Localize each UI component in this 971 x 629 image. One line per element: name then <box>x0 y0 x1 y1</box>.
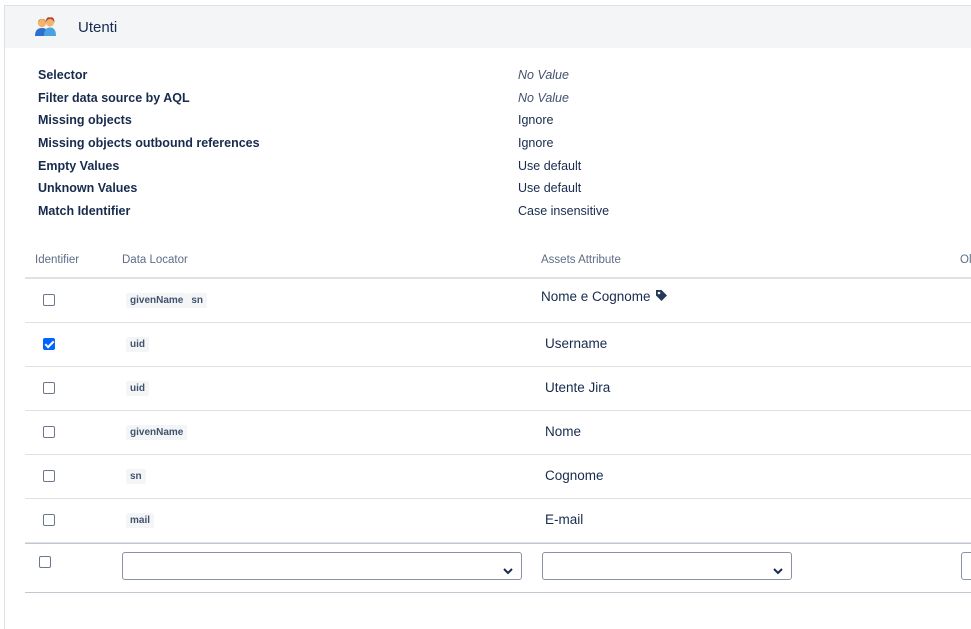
identifier-checkbox[interactable] <box>43 382 55 394</box>
chevron-down-icon <box>503 562 513 580</box>
assets-attribute-select[interactable] <box>542 552 792 580</box>
data-locator-chip: sn <box>187 293 208 308</box>
table-row: givenName sn Nome e Cognome <box>25 279 971 323</box>
data-locator-chip: uid <box>126 381 149 396</box>
property-value: Ignore <box>518 113 554 128</box>
assets-attribute-label: Username <box>545 336 608 351</box>
property-label: Missing objects <box>38 113 132 128</box>
mapping-table: Identifier Data Locator Assets Attribute… <box>25 248 971 593</box>
assets-attribute: Username <box>545 336 607 351</box>
table-body: givenName sn Nome e Cognome uid Username uid U… <box>25 279 971 543</box>
data-locator-chip: givenName <box>126 425 188 440</box>
new-row-identifier-checkbox[interactable] <box>39 556 51 568</box>
property-row: Empty Values Use default <box>38 157 738 180</box>
property-row: Missing objects Ignore <box>38 111 738 134</box>
data-locator-chip: sn <box>126 469 146 484</box>
table-row: uid Utente Jira <box>25 367 971 411</box>
identifier-checkbox[interactable] <box>43 294 55 306</box>
users-icon <box>33 16 59 38</box>
assets-attribute: Utente Jira <box>545 380 610 395</box>
column-header-assets-attribute: Assets Attribute <box>541 254 621 266</box>
property-value: No Value <box>518 90 569 105</box>
assets-attribute: Nome <box>545 424 581 439</box>
assets-attribute-label: Utente Jira <box>545 380 611 395</box>
identifier-checkbox[interactable] <box>43 514 55 526</box>
assets-attribute-label: Cognome <box>545 468 604 483</box>
property-label: Unknown Values <box>38 181 138 196</box>
property-row: Missing objects outbound references Ignor… <box>38 134 738 157</box>
partial-column-select[interactable] <box>961 552 971 580</box>
property-value: Use default <box>518 181 582 196</box>
identifier-checkbox[interactable] <box>43 426 55 438</box>
data-locator-chip: givenName <box>126 293 188 308</box>
data-locator-chip: uid <box>126 337 149 352</box>
data-locator-chips: uid <box>126 381 149 396</box>
data-locator-chips: sn <box>126 469 146 484</box>
property-row: Unknown Values Use default <box>38 179 738 202</box>
table-row: givenName Nome <box>25 411 971 455</box>
data-locator-chips: givenName <box>126 425 188 440</box>
new-mapping-row <box>25 543 971 593</box>
property-value: Case insensitive <box>518 204 610 219</box>
column-header-partial: Ol <box>960 254 971 266</box>
assets-attribute: E-mail <box>545 512 583 527</box>
property-label: Missing objects outbound references <box>38 136 260 151</box>
property-label: Empty Values <box>38 158 120 173</box>
property-value: Ignore <box>518 136 554 151</box>
assets-attribute-label: Nome <box>545 424 582 439</box>
data-locator-chips: givenName sn <box>126 293 208 308</box>
property-label: Match Identifier <box>38 204 131 219</box>
identifier-checkbox[interactable] <box>43 470 55 482</box>
identifier-checkbox[interactable] <box>43 338 55 350</box>
data-locator-select[interactable] <box>122 552 522 580</box>
assets-attribute-label: Nome e Cognome <box>541 289 651 304</box>
column-header-identifier: Identifier <box>35 254 80 266</box>
properties-list: Selector No Value Filter data source by AQ… <box>38 66 738 225</box>
assets-attribute: Cognome <box>545 468 604 483</box>
panel-title: Utenti <box>78 19 118 36</box>
assets-attribute-label: E-mail <box>545 512 584 527</box>
property-label: Filter data source by AQL <box>38 90 190 105</box>
property-value: No Value <box>518 68 569 82</box>
property-label: Selector <box>38 68 88 82</box>
table-row: mail E-mail <box>25 499 971 543</box>
data-locator-chips: uid <box>126 337 149 352</box>
data-locator-chip: mail <box>126 513 155 528</box>
property-row: Selector No Value <box>38 66 738 89</box>
column-header-data-locator: Data Locator <box>122 254 188 266</box>
assets-attribute: Nome e Cognome <box>541 289 668 305</box>
tag-icon <box>655 289 668 305</box>
table-row: uid Username <box>25 323 971 367</box>
table-row: sn Cognome <box>25 455 971 499</box>
property-row: Filter data source by AQL No Value <box>38 89 738 112</box>
chevron-down-icon <box>773 562 783 580</box>
panel-header: Utenti <box>5 6 971 48</box>
property-value: Use default <box>518 158 582 173</box>
data-locator-chips: mail <box>126 513 155 528</box>
table-header: Identifier Data Locator Assets Attribute… <box>25 248 971 279</box>
property-row: Match Identifier Case insensitive <box>38 202 738 225</box>
